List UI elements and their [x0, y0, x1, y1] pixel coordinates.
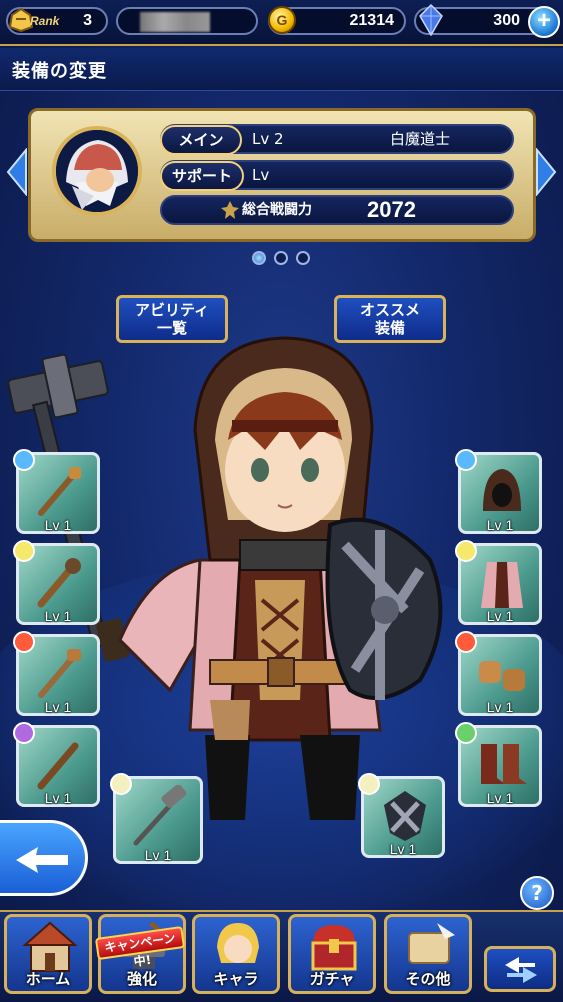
nav-chara[interactable]: キャラ — [192, 914, 280, 994]
equip-slot-hands[interactable]: Lv 1 — [455, 631, 542, 716]
equip-slot-level: Lv 1 — [44, 790, 72, 806]
nav-chara-label: キャラ — [213, 970, 259, 988]
nav-enhance-label: 強化 — [126, 970, 157, 988]
character-face-icon — [217, 923, 259, 963]
equip-slot-level: Lv 1 — [486, 608, 514, 624]
equip-slot-head[interactable]: Lv 1 — [455, 449, 542, 534]
equip-slot-level: Lv 1 — [44, 608, 72, 624]
back-arrow-icon — [16, 847, 68, 873]
swap-arrows-icon — [505, 957, 537, 983]
equip-slot-feet[interactable]: Lv 1 — [455, 722, 542, 807]
nav-gacha-label: ガチャ — [309, 970, 355, 988]
equip-slot-shield[interactable]: Lv 1 — [358, 773, 445, 858]
house-icon — [22, 921, 78, 972]
equip-slot-weapon-2[interactable]: Lv 1 — [13, 540, 100, 625]
equip-slot-level: Lv 1 — [486, 699, 514, 715]
hood-icon — [483, 469, 521, 511]
scroll-icon — [408, 923, 455, 964]
help-button[interactable]: ? — [520, 876, 554, 910]
staff-icon — [38, 649, 81, 698]
boots-icon — [481, 744, 527, 784]
nav-other-label: その他 — [405, 970, 451, 988]
robe-icon — [481, 562, 523, 608]
equip-slot-level: Lv 1 — [44, 517, 72, 533]
equip-slot-main-weapon[interactable]: Lv 1 — [110, 773, 203, 864]
treasure-chest-icon — [311, 925, 357, 971]
equip-slot-level: Lv 1 — [44, 699, 72, 715]
equip-slot-weapon[interactable]: Lv 1 — [13, 449, 100, 534]
equip-slot-level: Lv 1 — [486, 790, 514, 806]
gloves-icon — [479, 661, 525, 691]
nav-gacha[interactable]: ガチャ — [288, 914, 376, 994]
shield — [325, 517, 443, 700]
nav-home[interactable]: ホーム — [4, 914, 92, 994]
club-icon — [37, 558, 81, 608]
equip-slot-weapon-3[interactable]: Lv 1 — [13, 631, 100, 716]
back-button[interactable] — [0, 820, 88, 896]
nav-home-label: ホーム — [25, 970, 71, 988]
equip-slot-level: Lv 1 — [389, 841, 417, 857]
rod-icon — [38, 467, 81, 516]
equip-slot-weapon-4[interactable]: Lv 1 — [13, 722, 100, 807]
baton-icon — [37, 742, 79, 790]
hammer-icon — [133, 785, 187, 846]
shield-icon — [384, 791, 426, 841]
equip-slot-body[interactable]: Lv 1 — [455, 540, 542, 625]
equip-slot-level: Lv 1 — [486, 517, 514, 533]
swap-button[interactable] — [484, 946, 556, 992]
nav-other[interactable]: その他 — [384, 914, 472, 994]
equip-slot-level: Lv 1 — [144, 847, 172, 863]
